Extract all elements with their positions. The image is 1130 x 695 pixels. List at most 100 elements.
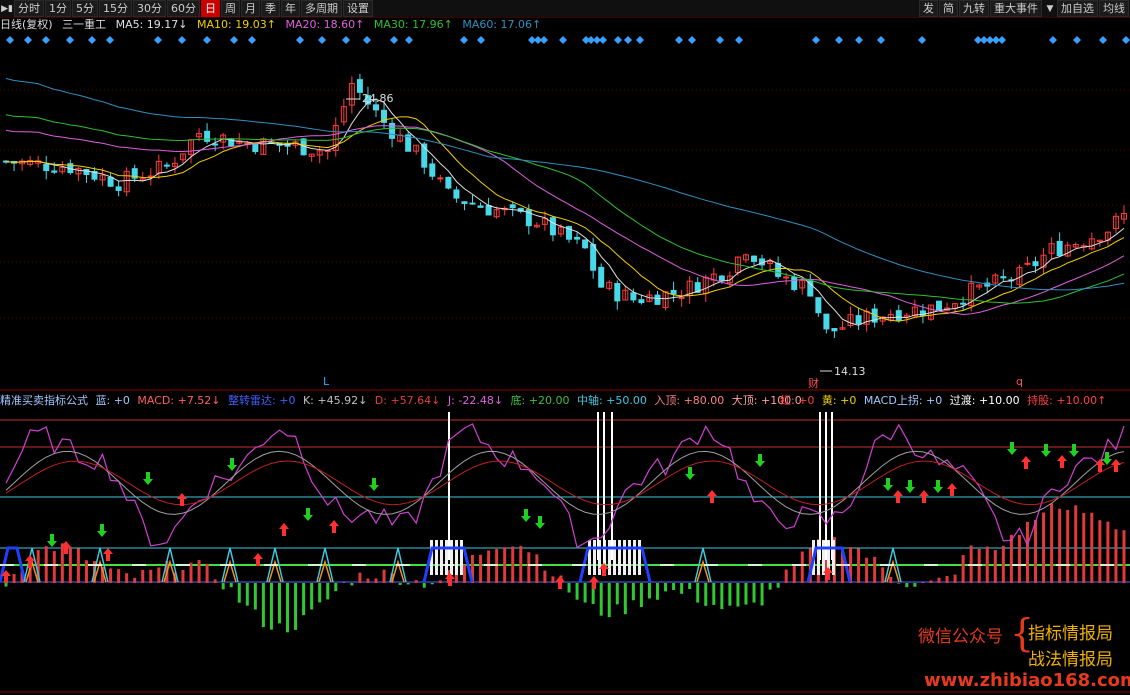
macd-bar <box>302 583 306 616</box>
buy-arrow-2 <box>103 548 113 561</box>
macd-bar <box>141 569 145 583</box>
macd-bar <box>511 546 515 583</box>
ma10-line <box>5 116 1125 322</box>
macd-bar <box>406 583 410 585</box>
macd-bar <box>1106 521 1110 583</box>
signal-diamond <box>675 36 683 44</box>
macd-bar <box>334 583 338 592</box>
macd-bar <box>1058 508 1062 583</box>
macd-bar <box>631 583 635 601</box>
sell-arrow-14 <box>1041 444 1051 457</box>
macd-bar <box>599 583 603 616</box>
candle-body <box>147 175 154 178</box>
marker-l: L <box>323 375 330 388</box>
macd-bar <box>229 583 233 588</box>
macd-bar <box>52 551 56 583</box>
signal-diamond <box>1073 36 1081 44</box>
macd-bar <box>672 583 676 590</box>
signal-diamond <box>812 36 820 44</box>
macd-bar <box>1050 503 1054 583</box>
signal-diamond <box>66 36 74 44</box>
zhuan-value: 整转雷达: +0 <box>228 394 296 407</box>
signal-diamond <box>106 36 114 44</box>
macd-bar <box>374 578 378 583</box>
signal-diamond <box>203 36 211 44</box>
candle-body <box>43 163 50 172</box>
sell-arrow-11 <box>905 480 915 493</box>
macd-bar <box>197 560 201 583</box>
macd-bar <box>527 552 531 583</box>
candle-body <box>469 202 476 205</box>
candle-body <box>807 280 814 297</box>
j-value: J: -22.48↓ <box>447 394 504 407</box>
price-high-label: 24.86 <box>362 92 394 105</box>
candle-body <box>445 176 452 189</box>
white-bar-1 <box>628 540 631 575</box>
macd-bar <box>969 545 973 583</box>
macd-bar <box>704 583 708 606</box>
ma30-line <box>5 114 1125 304</box>
candle-body <box>1056 240 1063 257</box>
signal-diamond <box>835 36 843 44</box>
buy-arrow-20 <box>1111 459 1121 472</box>
watermark-brand2: 战法情报局 <box>1028 650 1113 670</box>
white-bar-1 <box>618 540 621 575</box>
signal-diamond <box>716 36 724 44</box>
candle-body <box>935 300 942 312</box>
white-bar-1 <box>633 540 636 575</box>
candle-body <box>590 243 597 271</box>
zhongzhou-value: 中轴: +50.00 <box>576 394 647 407</box>
ma20-line <box>5 125 1125 315</box>
signal-diamond <box>918 36 926 44</box>
macd-bar <box>181 569 185 583</box>
huang-value: 黄: +0 <box>821 394 857 407</box>
white-bar-1 <box>638 540 641 575</box>
ma60-line <box>5 77 1125 291</box>
candle-body <box>1032 261 1039 267</box>
kdj-j-line <box>5 423 1125 549</box>
white-bar-0 <box>440 540 443 575</box>
white-bar-0 <box>435 540 438 575</box>
macd-bar <box>213 579 217 583</box>
macd-bar <box>543 570 547 583</box>
kline-chart[interactable] <box>0 0 1130 695</box>
signal-diamond <box>88 36 96 44</box>
macd-bar <box>1066 509 1070 583</box>
signal-diamond <box>559 36 567 44</box>
sell-arrow-2 <box>97 524 107 537</box>
macd-bar <box>744 583 748 605</box>
sell-arrow-15 <box>1069 444 1079 457</box>
macd-bar <box>551 576 555 583</box>
macd-bar <box>1001 545 1005 583</box>
macd-bar <box>760 583 764 606</box>
macd-bar <box>937 577 941 583</box>
macd-bar <box>479 554 483 583</box>
macd-bar <box>326 583 330 600</box>
macd-bar <box>366 578 370 583</box>
candle-body <box>783 276 790 279</box>
macd-bar <box>294 583 298 630</box>
signal-diamond <box>248 36 256 44</box>
macd-bar <box>583 583 587 603</box>
macd-bar <box>961 555 965 583</box>
macd-bar <box>1042 512 1046 583</box>
macd-bar <box>109 568 113 583</box>
macd-bar <box>76 548 80 583</box>
candle-body <box>356 79 363 93</box>
macd-bar <box>865 557 869 583</box>
macd-bar <box>655 583 659 600</box>
macd-bar <box>519 545 523 583</box>
macd-bar <box>462 564 466 583</box>
buy-arrow-16 <box>947 483 957 496</box>
candle-body <box>509 204 516 209</box>
signal-diamond <box>636 36 644 44</box>
macd-bar <box>318 583 322 603</box>
marker-q: q <box>1016 375 1023 388</box>
lan-value: 蓝: +0 <box>95 394 130 407</box>
signal-diamond <box>42 36 50 44</box>
macd-bar <box>157 567 161 583</box>
indicator-name[interactable]: 精准买卖指标公式 <box>0 394 88 407</box>
candle-body <box>429 163 436 177</box>
white-bar-1 <box>613 540 616 575</box>
candle-body <box>823 313 830 330</box>
